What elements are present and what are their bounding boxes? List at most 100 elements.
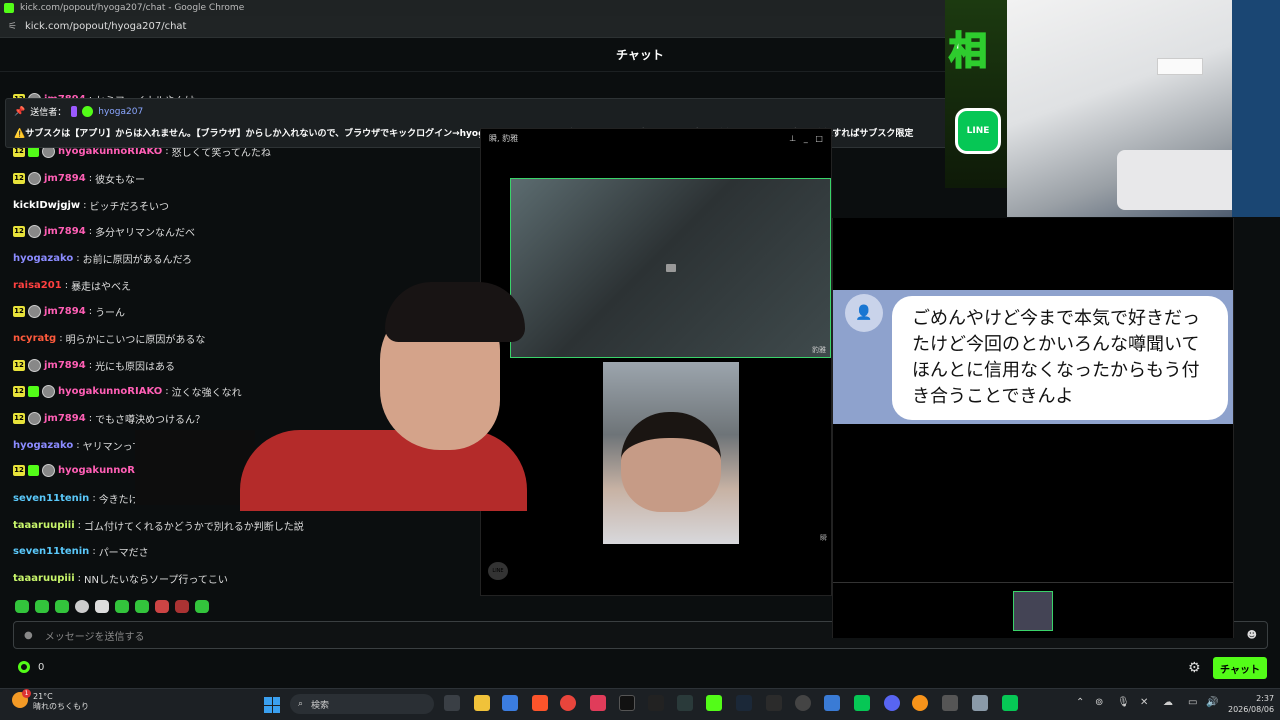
chat-username[interactable]: seven11tenin — [13, 546, 89, 557]
send-chat-button[interactable]: チャット — [1213, 657, 1267, 679]
app-icon[interactable] — [502, 695, 518, 711]
emote-icon[interactable] — [135, 600, 149, 613]
weather-widget[interactable]: 1 21°C 晴れのちくもり — [12, 689, 89, 712]
emote-icon[interactable] — [95, 600, 109, 613]
chat-text: うーん — [95, 308, 126, 319]
pinned-sender[interactable]: hyoga207 — [98, 107, 143, 117]
chat-text: 泣くな強くなれ — [171, 388, 242, 399]
participant-face — [621, 412, 721, 512]
separator: : — [92, 493, 96, 504]
taskbar-clock[interactable]: 2:37 2026/08/06 — [1228, 693, 1274, 715]
chat-username[interactable]: jm7894 — [44, 413, 86, 424]
chat-username[interactable]: jm7894 — [44, 226, 86, 237]
chat-message: 12 hyogakunnoRIAKO: 泣くな強くなれ — [13, 384, 242, 399]
emote-icon[interactable] — [35, 600, 49, 613]
chat-message: 12 jm7894: うーん — [13, 304, 125, 319]
chat-username[interactable]: raisa201 — [13, 280, 62, 291]
message-thumbnail[interactable] — [1013, 591, 1053, 631]
avatar-badge-icon — [28, 412, 41, 425]
chat-username[interactable]: jm7894 — [44, 306, 86, 317]
app-icon[interactable] — [590, 695, 606, 711]
chat-username[interactable]: kickIDwjgjw — [13, 200, 80, 211]
window-controls[interactable]: ⊥ _ □ — [789, 134, 823, 143]
emote-icon[interactable] — [75, 600, 89, 613]
chevron-up-icon[interactable]: ⌃ — [1076, 697, 1084, 708]
chat-username[interactable]: taaaruupiii — [13, 573, 75, 584]
chat-username[interactable]: hyogakunnoRIAKO — [58, 386, 162, 397]
app-icon[interactable] — [766, 695, 782, 711]
app-icon[interactable] — [942, 695, 958, 711]
cloud-icon[interactable]: ☁ — [1163, 697, 1173, 708]
close-icon[interactable]: ✕ — [1140, 697, 1148, 708]
gift-badge-icon — [28, 386, 39, 397]
task-view-icon[interactable] — [444, 695, 460, 711]
chair — [135, 430, 255, 505]
emote-icon[interactable] — [195, 600, 209, 613]
search-label: 検索 — [311, 700, 330, 711]
tiktok-icon[interactable] — [619, 695, 635, 711]
kick-icon[interactable] — [706, 695, 722, 711]
time: 2:37 — [1256, 694, 1275, 703]
line-icon[interactable] — [1002, 695, 1018, 711]
windows-start-icon[interactable] — [264, 697, 280, 713]
emote-icon[interactable] — [55, 600, 69, 613]
emote-bar — [15, 600, 209, 613]
separator: : — [88, 413, 93, 424]
pinned-label: 送信者： — [30, 108, 67, 118]
notification-badge: 1 — [22, 689, 31, 698]
chat-username[interactable]: ncyratg — [13, 333, 56, 344]
network-icon[interactable]: ▭ — [1188, 697, 1197, 708]
app-icon[interactable] — [648, 695, 664, 711]
streamer-body — [240, 430, 527, 511]
avatar-badge-icon — [42, 464, 55, 477]
video-tile-label: 豹雅 — [812, 346, 826, 354]
viewer-counter: 0 — [18, 661, 44, 673]
separator: : — [77, 520, 82, 531]
avatar-badge-icon — [28, 225, 41, 238]
chat-username[interactable]: hyogazako — [13, 253, 73, 264]
separator: : — [64, 280, 69, 291]
video-tile-cat[interactable]: 豹雅 — [510, 178, 831, 358]
emote-icon[interactable] — [155, 600, 169, 613]
app-icon[interactable] — [677, 695, 693, 711]
chat-username[interactable]: hyogazako — [13, 440, 73, 451]
streamer-camera — [135, 280, 527, 511]
separator: : — [83, 200, 87, 211]
date: 2026/08/06 — [1228, 705, 1275, 714]
emote-icon[interactable] — [175, 600, 189, 613]
mic-icon[interactable]: 🎙 — [1117, 697, 1130, 708]
steam-icon[interactable] — [736, 695, 752, 711]
chat-username[interactable]: jm7894 — [44, 173, 86, 184]
video-tile-self[interactable] — [603, 362, 739, 544]
discord-icon[interactable] — [884, 695, 900, 711]
obs-icon[interactable] — [795, 695, 811, 711]
warning-icon: ⚠️ — [14, 129, 26, 139]
settings-icon[interactable] — [972, 695, 988, 711]
file-explorer-icon[interactable] — [474, 695, 490, 711]
chat-username[interactable]: taaaruupiii — [13, 520, 75, 531]
chat-username[interactable]: seven11tenin — [13, 493, 89, 504]
chrome-icon[interactable] — [560, 695, 576, 711]
chat-username[interactable]: jm7894 — [44, 360, 86, 371]
app-icon[interactable] — [912, 695, 928, 711]
brave-icon[interactable] — [532, 695, 548, 711]
avatar-badge-icon — [28, 172, 41, 185]
emote-icon[interactable] — [115, 600, 129, 613]
app-icon[interactable] — [824, 695, 840, 711]
line-icon[interactable] — [854, 695, 870, 711]
emote-icon[interactable] — [15, 600, 29, 613]
volume-icon[interactable]: 🔊 — [1206, 697, 1218, 708]
url-text[interactable]: kick.com/popout/hyoga207/chat — [25, 21, 187, 32]
viewer-count: 0 — [38, 661, 45, 673]
sub-badge-icon: 12 — [13, 173, 25, 184]
separator: : — [59, 333, 63, 344]
gear-icon[interactable]: ⚙ — [1188, 660, 1201, 676]
emoji-icon[interactable]: ☻ — [1247, 630, 1257, 641]
app-tray-icon[interactable]: ⊚ — [1095, 697, 1103, 708]
taskbar-search[interactable]: ⌕ 検索 — [290, 694, 434, 714]
curtain — [1232, 0, 1280, 217]
site-settings-icon[interactable]: ⚟ — [8, 21, 17, 32]
chat-input-placeholder[interactable]: メッセージを送信する — [45, 628, 145, 643]
chat-text: でもさ噂決めつけるん？ — [95, 415, 206, 426]
chat-message: 12 jm7894: 多分ヤリマンなんだべ — [13, 224, 195, 239]
